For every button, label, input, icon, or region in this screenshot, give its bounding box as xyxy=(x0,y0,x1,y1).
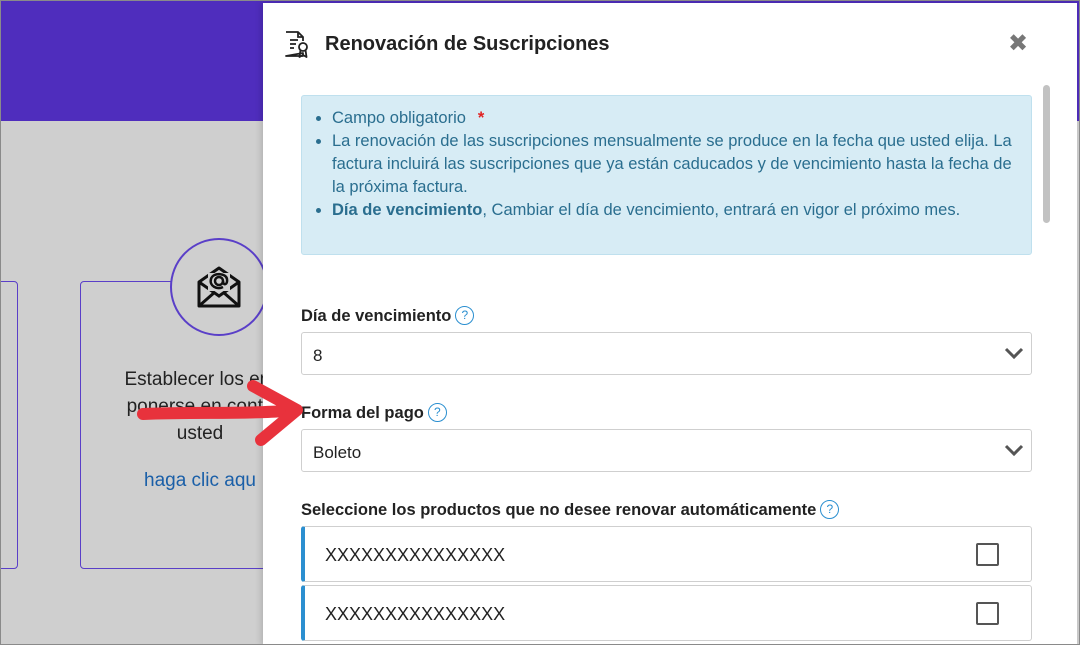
due-day-label-text: Día de vencimiento xyxy=(301,307,452,325)
info-item-bold: Día de vencimiento xyxy=(332,201,483,219)
due-day-value: 8 xyxy=(313,346,323,365)
info-item-due-day: Día de vencimiento, Cambiar el día de ve… xyxy=(314,199,1017,222)
products-label: Seleccione los productos que no desee re… xyxy=(301,500,840,520)
help-icon[interactable]: ? xyxy=(820,500,840,519)
product-checkbox[interactable] xyxy=(976,543,999,566)
close-icon[interactable]: ✖ xyxy=(1003,30,1033,60)
info-item-text: Campo obligatorio xyxy=(332,109,466,127)
background-card-partial xyxy=(0,281,18,569)
modal-title: Renovación de Suscripciones xyxy=(325,33,610,55)
payment-method-label-text: Forma del pago xyxy=(301,404,424,422)
product-name: XXXXXXXXXXXXXXX xyxy=(325,604,506,624)
product-item[interactable]: XXXXXXXXXXXXXXX xyxy=(301,526,1032,582)
info-item-text: , Cambiar el día de vencimiento, entrará… xyxy=(482,201,961,219)
chevron-down-icon xyxy=(1004,444,1024,457)
info-alert: Campo obligatorio * La renovación de las … xyxy=(301,95,1032,255)
subscription-renewal-modal: Renovación de Suscripciones ✖ Campo obli… xyxy=(263,3,1077,645)
envelope-at-icon xyxy=(170,238,268,336)
product-name: XXXXXXXXXXXXXXX xyxy=(325,545,506,565)
info-item-renewal: La renovación de las suscripciones mensu… xyxy=(314,130,1017,199)
chevron-down-icon xyxy=(1004,347,1024,360)
payment-method-select[interactable]: Boleto xyxy=(301,429,1032,472)
payment-method-label: Forma del pago? xyxy=(301,403,447,423)
info-item-text: La renovación de las suscripciones mensu… xyxy=(332,132,1012,196)
certificate-document-icon xyxy=(285,31,308,58)
info-item-required: Campo obligatorio * xyxy=(314,107,1017,130)
products-label-text: Seleccione los productos que no desee re… xyxy=(301,501,817,519)
payment-method-value: Boleto xyxy=(313,443,362,462)
due-day-label: Día de vencimiento? xyxy=(301,306,475,326)
annotation-arrow xyxy=(137,380,303,446)
product-item[interactable]: XXXXXXXXXXXXXXX xyxy=(301,585,1032,641)
product-checkbox[interactable] xyxy=(976,602,999,625)
modal-header: Renovación de Suscripciones ✖ xyxy=(263,3,1077,83)
required-mark: * xyxy=(477,109,485,127)
help-icon[interactable]: ? xyxy=(427,403,447,422)
scrollbar-thumb[interactable] xyxy=(1043,85,1050,223)
help-icon[interactable]: ? xyxy=(455,306,475,325)
due-day-select[interactable]: 8 xyxy=(301,332,1032,375)
